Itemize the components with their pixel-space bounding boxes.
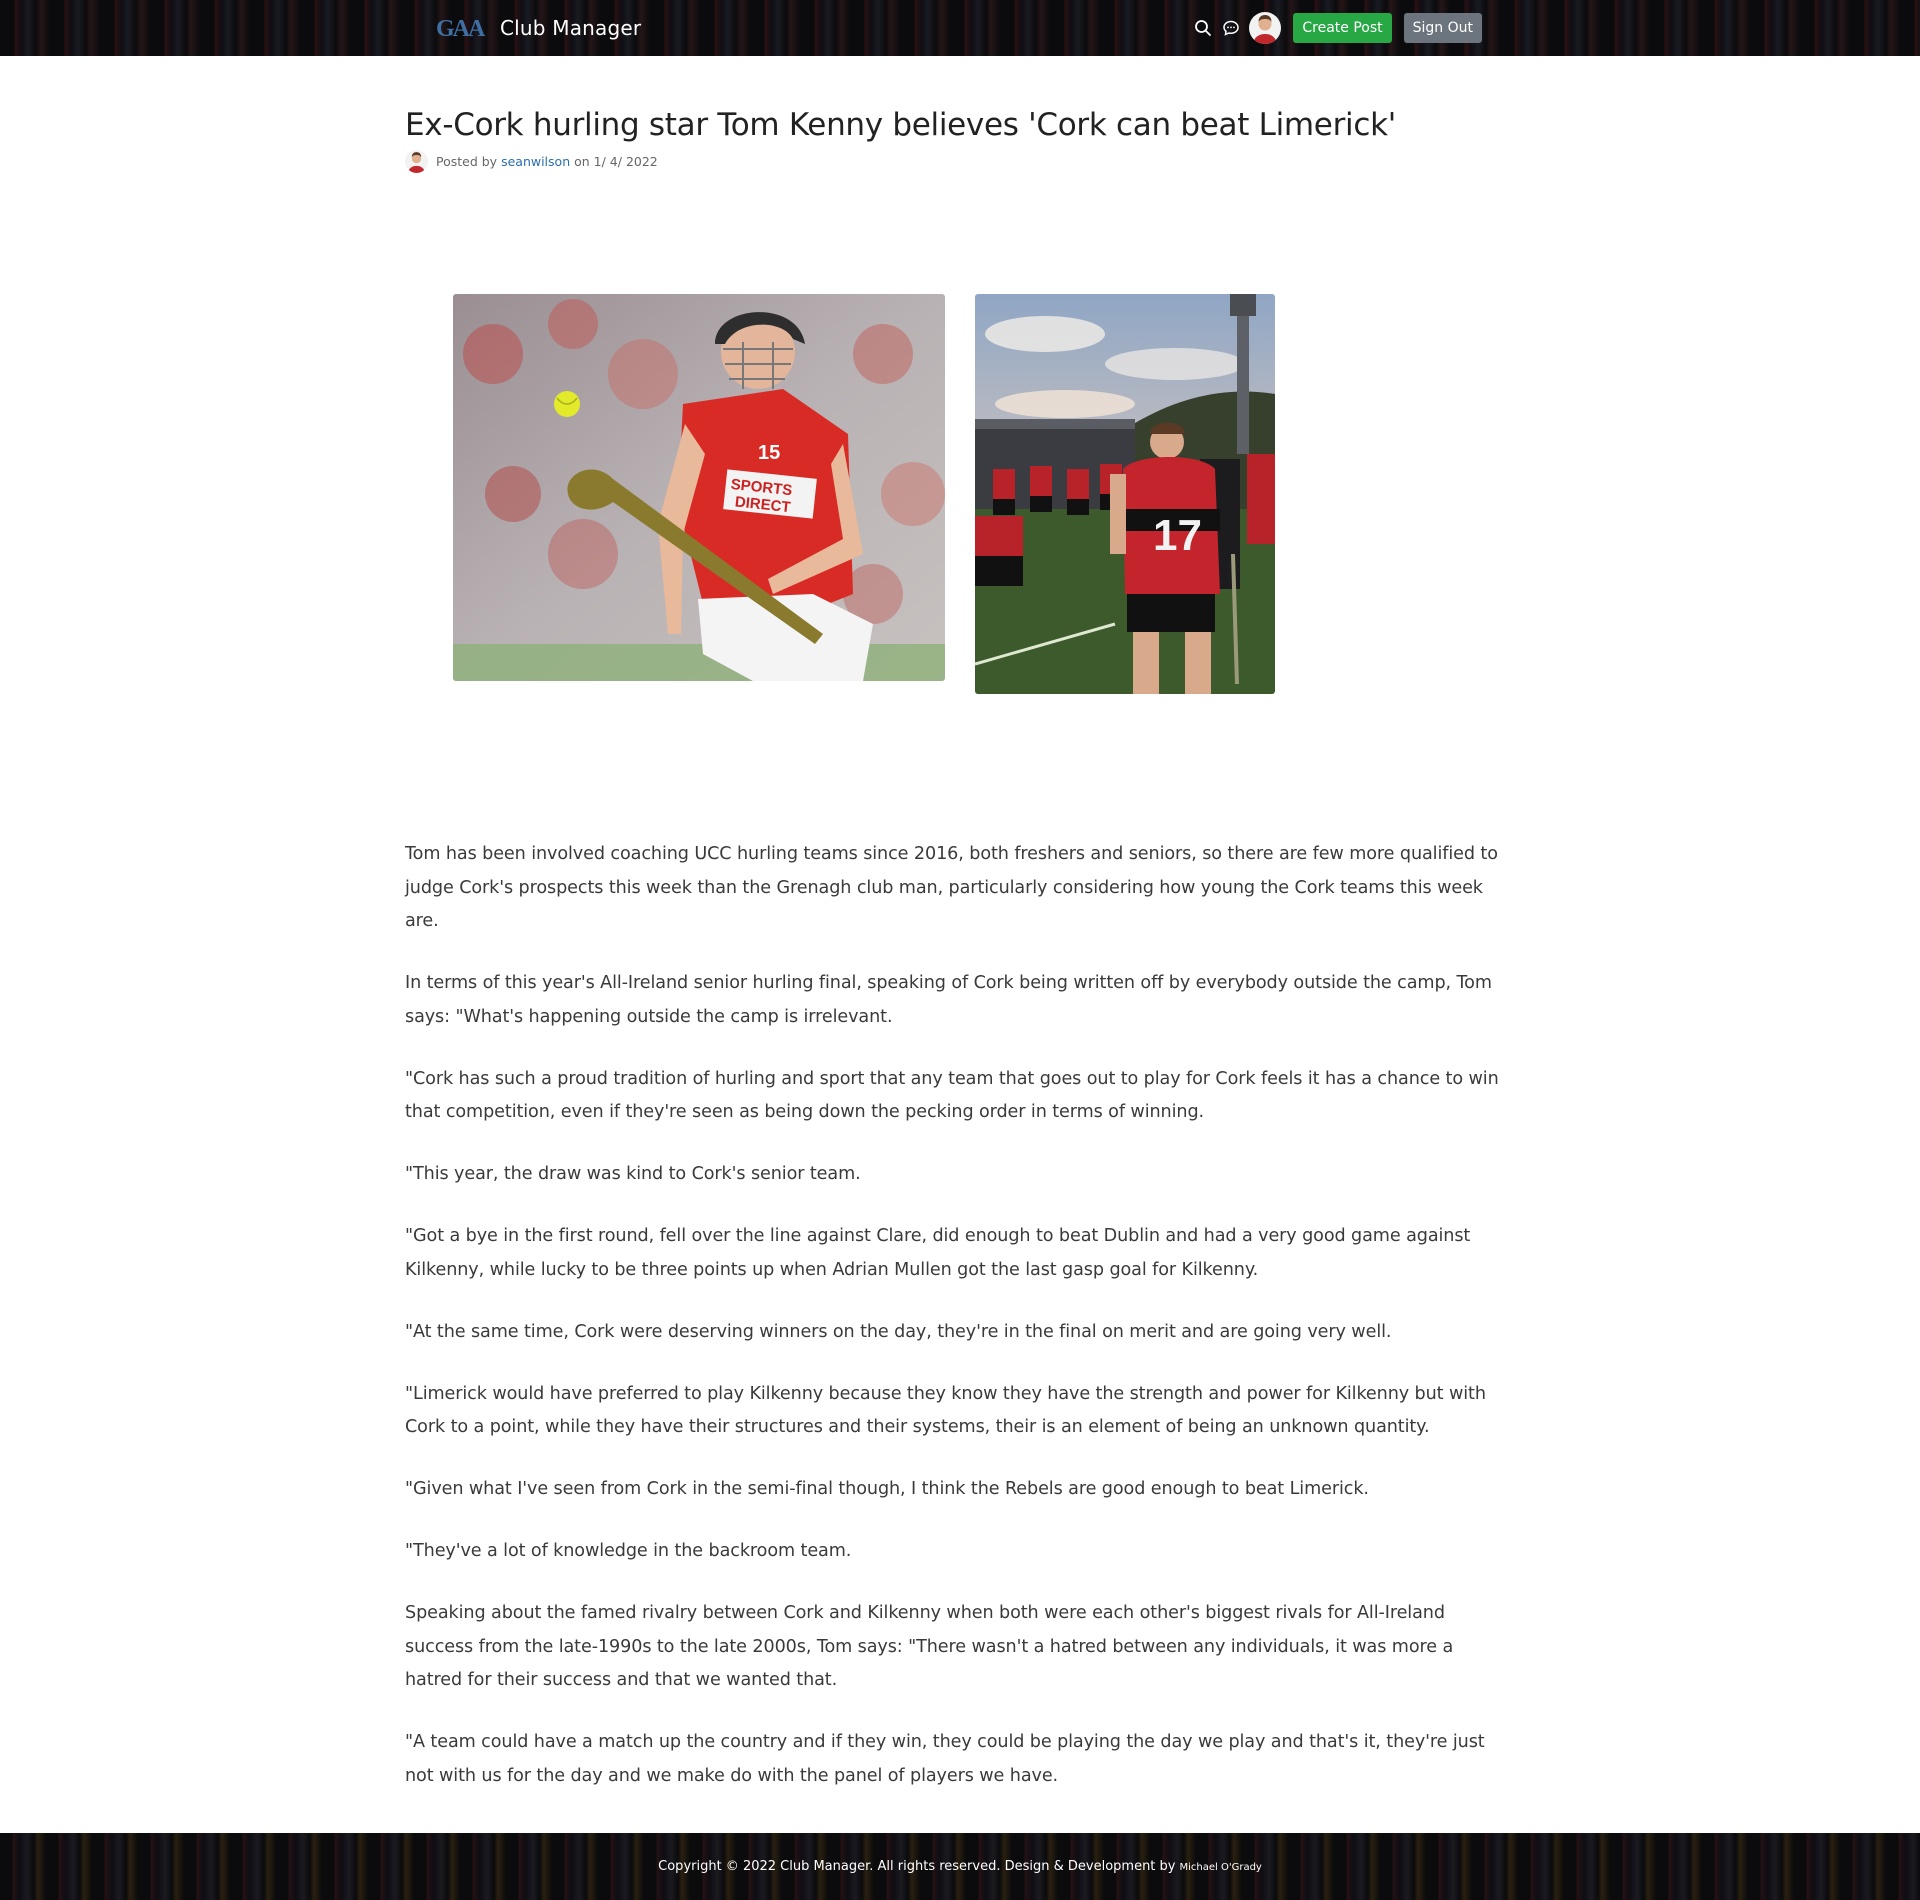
create-post-button[interactable]: Create Post (1293, 13, 1392, 43)
article-paragraph: "Got a bye in the first round, fell over… (405, 1226, 1471, 1280)
article-header: Ex-Cork hurling star Tom Kenny believes … (405, 104, 1515, 173)
navbar-actions: Create Post Sign Out (1189, 12, 1482, 44)
svg-text:15: 15 (758, 442, 780, 464)
footer-author: Michael O'Grady (1179, 1862, 1262, 1873)
on-label: on (574, 154, 590, 169)
post-date: 1/ 4/ 2022 (593, 154, 658, 169)
svg-text:17: 17 (1153, 511, 1202, 560)
article-paragraph: "At the same time, Cork were deserving w… (405, 1321, 1392, 1342)
svg-text:GAA: GAA (436, 16, 486, 41)
brand-link[interactable]: GAA Club Manager (436, 15, 641, 41)
article-image-players: 17 (975, 294, 1275, 694)
meta-text: Posted by seanwilson on 1/ 4/ 2022 (436, 154, 658, 169)
brand-name: Club Manager (500, 16, 642, 40)
article-paragraph: "This year, the draw was kind to Cork's … (405, 1164, 861, 1184)
article-image-hurler: 15 SPORTS DIRECT (453, 294, 945, 681)
page-footer: Copyright © 2022 Club Manager. All right… (0, 1833, 1920, 1900)
sign-out-button[interactable]: Sign Out (1403, 13, 1482, 43)
navbar-container: GAA Club Manager Create Post Sign Out (436, 0, 1482, 56)
article-paragraph: Speaking about the famed rivalry between… (405, 1603, 1454, 1690)
footer-copyright: Copyright © 2022 Club Manager. All right… (658, 1859, 1262, 1874)
article-title: Ex-Cork hurling star Tom Kenny believes … (405, 107, 1396, 143)
article-paragraph: "A team could have a match up the countr… (405, 1732, 1485, 1786)
article-paragraph: "Limerick would have preferred to play K… (405, 1383, 1486, 1438)
posted-by-label: Posted by (436, 154, 498, 169)
post-meta: Posted by seanwilson on 1/ 4/ 2022 (405, 150, 1515, 173)
article-paragraph: In terms of this year's All-Ireland seni… (405, 973, 1492, 1027)
article-paragraph: "Cork has such a proud tradition of hurl… (405, 1068, 1499, 1123)
article-paragraph: "They've a lot of knowledge in the backr… (405, 1541, 852, 1561)
user-avatar[interactable] (1249, 12, 1282, 44)
search-icon[interactable] (1189, 14, 1217, 42)
article-paragraph: Tom has been involved coaching UCC hurli… (405, 844, 1498, 931)
author-link[interactable]: seanwilson (501, 154, 570, 169)
article-paragraph: "Given what I've seen from Cork in the s… (405, 1479, 1369, 1499)
top-navbar: GAA Club Manager Create Post Sign Out (0, 0, 1920, 56)
copyright-text: Copyright © 2022 Club Manager. All right… (658, 1859, 1176, 1874)
chat-bubble-icon[interactable] (1217, 14, 1245, 42)
author-avatar (405, 150, 428, 173)
article-body: Tom has been involved coaching UCC hurli… (405, 838, 1515, 1822)
gaa-logo-icon: GAA (436, 16, 488, 41)
